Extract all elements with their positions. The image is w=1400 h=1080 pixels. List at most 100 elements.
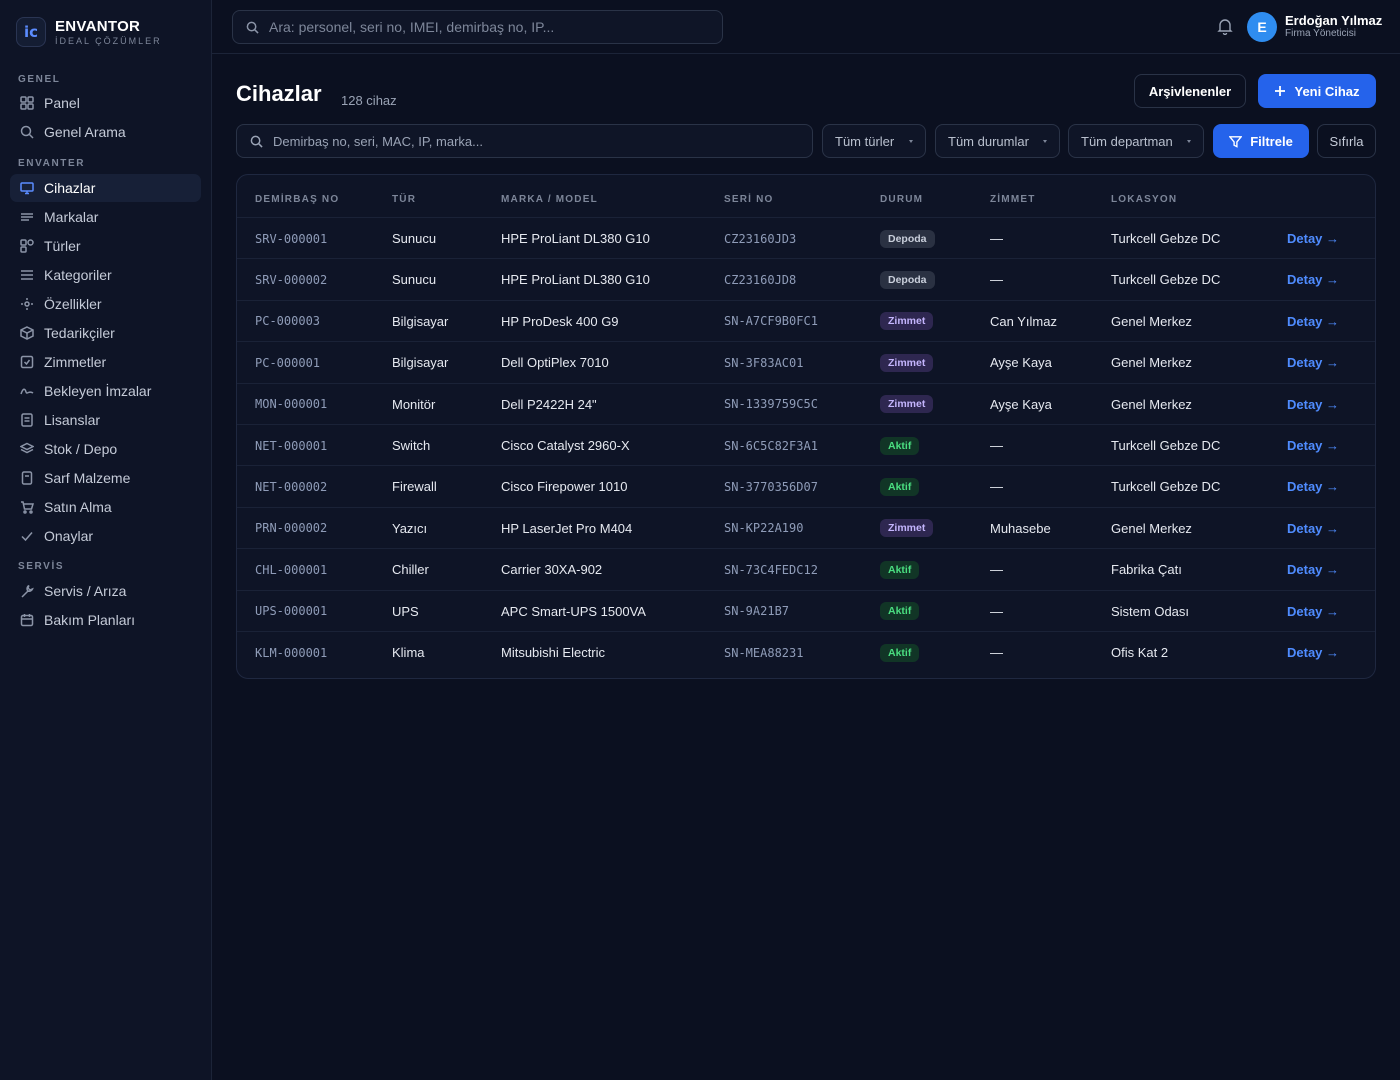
detail-link[interactable]: Detay → [1287, 479, 1339, 494]
cell-serial-text: SN-1339759C5C [724, 397, 818, 412]
document-icon [20, 413, 34, 427]
sidebar-item-onaylar[interactable]: Onaylar [10, 522, 201, 550]
cell-location-text: Genel Merkez [1111, 355, 1192, 371]
table-row[interactable]: CHL-000001 Chiller Carrier 30XA-902 SN-73C4… [237, 548, 1375, 589]
detail-link[interactable]: Detay → [1287, 397, 1339, 412]
sidebar-item-genel-arama[interactable]: Genel Arama [10, 118, 201, 146]
sidebar-item-bakim-planlari[interactable]: Bakım Planları [10, 606, 201, 634]
sidebar-item-satin-alma[interactable]: Satın Alma [10, 493, 201, 521]
type-select-value: Tüm türler [835, 133, 895, 149]
sidebar-item-label: Cihazlar [44, 180, 96, 196]
reset-button[interactable]: Sıfırla [1317, 124, 1376, 158]
sidebar-item-label: Panel [44, 95, 80, 111]
sidebar-item-kategoriler[interactable]: Kategoriler [10, 261, 201, 289]
sidebar-item-label: Tedarikçiler [44, 325, 115, 341]
page-title: Cihazlar [236, 81, 322, 106]
global-search[interactable] [232, 10, 723, 44]
device-search[interactable] [236, 124, 813, 158]
user-name[interactable]: Erdoğan Yılmaz [1285, 13, 1382, 28]
avatar[interactable]: E [1247, 12, 1277, 42]
archived-button[interactable]: Arşivlenenler [1134, 74, 1246, 108]
brand[interactable]: ic ENVANTOR İDEAL ÇÖZÜMLER [16, 17, 162, 47]
cell-asset-no-text: PC-000001 [255, 355, 321, 370]
table-row[interactable]: UPS-000001 UPS APC Smart-UPS 1500VA SN-9A21… [237, 589, 1375, 632]
sidebar-item-tedarikciler[interactable]: Tedarikçiler [10, 319, 201, 347]
cell-assignee-text: Ayşe Kaya [990, 355, 1052, 371]
cell-serial-text: SN-A7CF9B0FC1 [724, 314, 818, 329]
cell-type: Bilgisayar [392, 301, 448, 342]
device-search-input[interactable] [273, 133, 793, 149]
sidebar-item-lisanslar[interactable]: Lisanslar [10, 406, 201, 434]
file-icon [20, 471, 34, 485]
cell-asset-no-text: CHL-000001 [255, 562, 328, 577]
sidebar-item-sarf-malzeme[interactable]: Sarf Malzeme [10, 464, 201, 492]
sidebar-item-markalar[interactable]: Markalar [10, 203, 201, 231]
cell-type-text: Monitör [392, 396, 436, 412]
detail-link[interactable]: Detay → [1287, 438, 1339, 453]
detail-link[interactable]: Detay → [1287, 272, 1339, 287]
cell-status: Aktif [880, 466, 920, 507]
cell-type-text: Switch [392, 438, 431, 453]
cell-model: HPE ProLiant DL380 G10 [501, 218, 650, 259]
table-row[interactable]: PC-000001 Bilgisayar Dell OptiPlex 7010 SN-… [237, 341, 1375, 382]
table-row[interactable]: PC-000003 Bilgisayar HP ProDesk 400 G9 SN-A… [237, 299, 1375, 342]
sidebar-item-bekleyen-imzalar[interactable]: Bekleyen İmzalar [10, 377, 201, 405]
department-select[interactable]: Tüm departman [1068, 124, 1204, 158]
status-select-value: Tüm durumlar [948, 133, 1029, 149]
cell-type-text: Klima [392, 645, 425, 660]
table-row[interactable]: MON-000001 Monitör Dell P2422H 24" SN-13397… [237, 382, 1375, 425]
topbar: E Erdoğan Yılmaz Firma Yöneticisi [212, 0, 1400, 54]
cell-location-text: Genel Merkez [1111, 396, 1192, 412]
detail-link[interactable]: Detay → [1287, 521, 1339, 536]
sidebar-item-zimmetler[interactable]: Zimmetler [10, 348, 201, 376]
cell-location-text: Turkcell Gebze DC [1111, 479, 1221, 495]
cell-asset-no-text: NET-000001 [255, 438, 328, 453]
global-search-input[interactable] [269, 19, 709, 35]
sidebar-item-panel[interactable]: Panel [10, 89, 201, 117]
detail-link[interactable]: Detay → [1287, 355, 1339, 370]
table-row[interactable]: PRN-000002 Yazıcı HP LaserJet Pro M404 SN-K… [237, 506, 1375, 548]
cell-serial: CZ23160JD3 [724, 218, 796, 259]
new-device-button[interactable]: Yeni Cihaz [1258, 74, 1376, 108]
detail-link[interactable]: Detay → [1287, 645, 1339, 660]
sidebar-item-turler[interactable]: Türler [10, 232, 201, 260]
detail-link[interactable]: Detay → [1287, 314, 1339, 329]
table-row[interactable]: SRV-000001 Sunucu HPE ProLiant DL380 G10 CZ… [237, 217, 1375, 258]
detail-link[interactable]: Detay → [1287, 604, 1339, 619]
nav-section-envanter: ENVANTER [18, 158, 86, 169]
cell-status: Zimmet [880, 384, 934, 425]
sidebar-item-ozellikler[interactable]: Özellikler [10, 290, 201, 318]
status-badge: Aktif [880, 436, 920, 455]
table-row[interactable]: NET-000001 Switch Cisco Catalyst 2960-X SN-… [237, 424, 1375, 465]
bell-icon[interactable] [1216, 17, 1234, 36]
cell-asset-no-text: PC-000003 [255, 314, 321, 329]
column-header-asset: DEMİRBAŞ NO [255, 194, 340, 205]
cell-model-text: HPE ProLiant DL380 G10 [501, 272, 650, 288]
detail-link[interactable]: Detay → [1287, 231, 1339, 246]
cell-type-text: Bilgisayar [392, 313, 449, 329]
cell-assignee: — [990, 259, 1003, 300]
sidebar-item-label: Bakım Planları [44, 612, 136, 628]
table-row[interactable]: NET-000002 Firewall Cisco Firepower 1010 SN… [237, 465, 1375, 506]
cell-location: Genel Merkez [1111, 301, 1192, 342]
check-square-icon [20, 355, 34, 369]
cell-asset-no: NET-000002 [255, 466, 327, 507]
cell-status: Aktif [880, 632, 920, 673]
cell-model-text: HP LaserJet Pro M404 [501, 520, 633, 536]
brand-title: ENVANTOR [55, 17, 141, 35]
table-row[interactable]: KLM-000001 Klima Mitsubishi Electric SN-MEA… [237, 631, 1375, 672]
table-row[interactable]: SRV-000002 Sunucu HPE ProLiant DL380 G10 CZ… [237, 258, 1375, 299]
type-select[interactable]: Tüm türler [822, 124, 926, 158]
sidebar-item-stok-depo[interactable]: Stok / Depo [10, 435, 201, 463]
detail-link[interactable]: Detay → [1287, 562, 1339, 577]
cell-type-text: Firewall [392, 479, 437, 495]
sidebar-item-cihazlar[interactable]: Cihazlar [10, 174, 201, 202]
cell-asset-no-text: KLM-000001 [255, 645, 328, 660]
sidebar-item-servis-ariza[interactable]: Servis / Arıza [10, 577, 201, 605]
filter-button[interactable]: Filtrele [1213, 124, 1309, 158]
cell-asset-no: UPS-000001 [255, 591, 327, 632]
status-select[interactable]: Tüm durumlar [935, 124, 1060, 158]
cell-assignee-text: — [990, 479, 1003, 495]
signature-icon [20, 384, 34, 398]
cell-location-text: Turkcell Gebze DC [1111, 231, 1221, 246]
